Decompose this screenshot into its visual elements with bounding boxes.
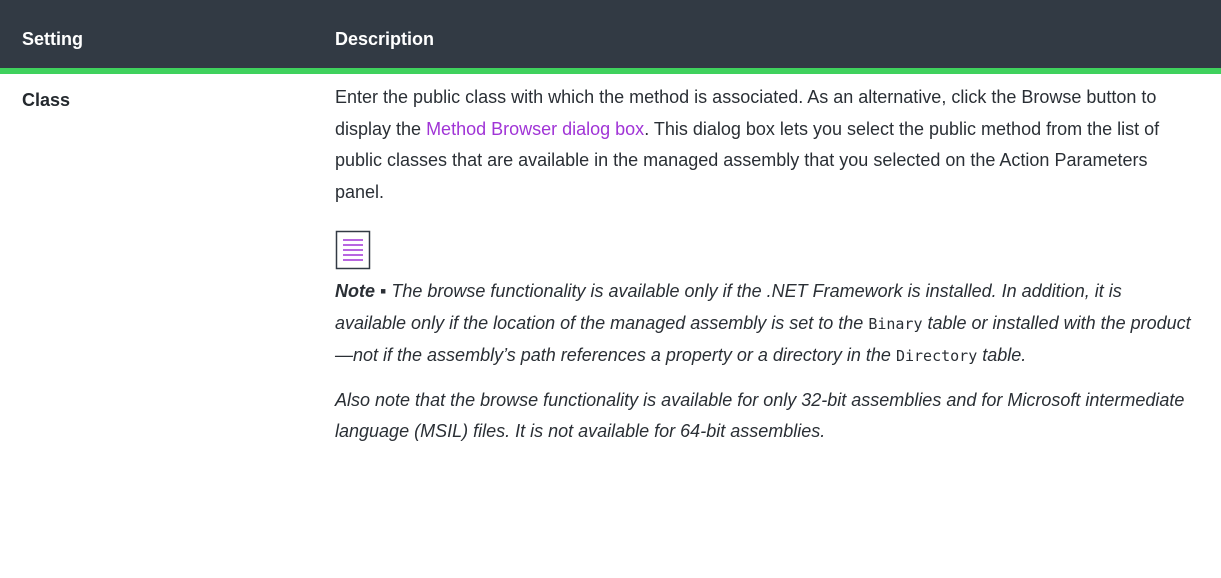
note-text-part3: table. <box>977 345 1027 365</box>
note-paragraph-2: Also note that the browse functionality … <box>335 389 1185 442</box>
table-row: Class Enter the public class with which … <box>0 74 1221 578</box>
column-header-setting: Setting <box>22 29 83 49</box>
note-label: Note ▪ <box>335 281 387 301</box>
table-header: Setting Description <box>0 0 1221 74</box>
note-paragraph: Note ▪ The browse functionality is avail… <box>335 276 1195 373</box>
binary-table-code: Binary <box>868 314 923 333</box>
method-browser-link[interactable]: Method Browser dialog box <box>426 119 644 139</box>
description-cell: Enter the public class with which the me… <box>335 82 1195 448</box>
setting-cell: Class <box>22 90 71 110</box>
column-header-description: Description <box>335 29 435 49</box>
directory-table-code: Directory <box>895 347 978 365</box>
note-icon <box>335 230 371 270</box>
description-paragraph: Enter the public class with which the me… <box>335 82 1195 208</box>
settings-table: Setting Description Class Enter the publ… <box>0 0 1221 578</box>
